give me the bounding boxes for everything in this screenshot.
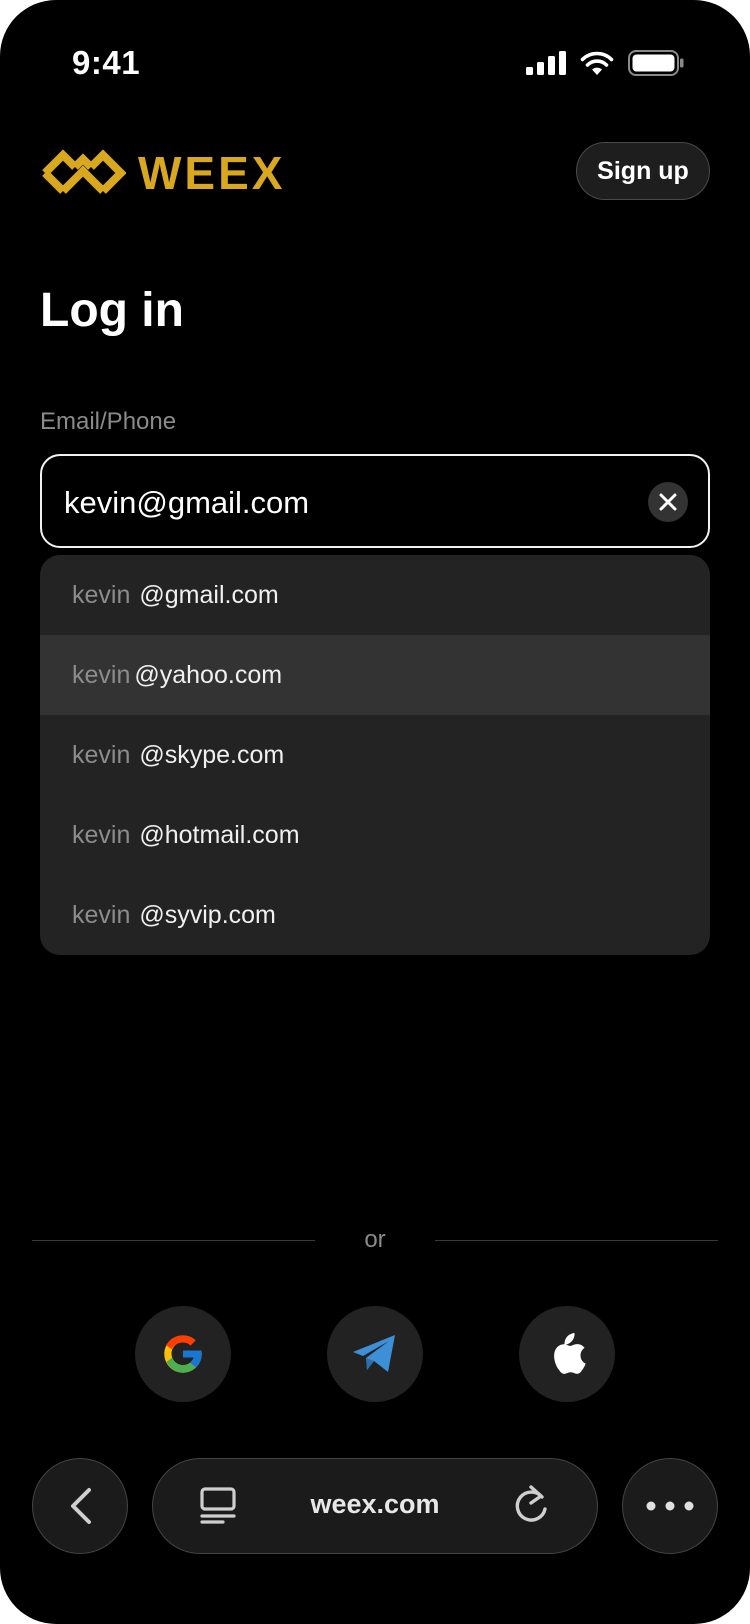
- browser-more-button[interactable]: [622, 1458, 718, 1554]
- suggestion-item[interactable]: kevin @skype.com: [40, 715, 710, 795]
- reload-icon[interactable]: [511, 1483, 551, 1527]
- clear-input-button[interactable]: [648, 482, 688, 522]
- weex-logo-icon: [42, 149, 126, 194]
- telegram-icon: [353, 1335, 395, 1372]
- sign-up-button[interactable]: Sign up: [576, 142, 710, 200]
- browser-url-bar[interactable]: weex.com: [152, 1458, 598, 1554]
- weex-logo[interactable]: WEEX: [40, 146, 285, 200]
- suggestion-item-highlighted[interactable]: kevin @yahoo.com: [40, 635, 710, 715]
- close-icon: [659, 493, 677, 511]
- google-icon: [164, 1335, 202, 1373]
- email-phone-input[interactable]: kevin@gmail.com: [40, 454, 710, 548]
- telegram-login-button[interactable]: [327, 1306, 423, 1402]
- google-login-button[interactable]: [135, 1306, 231, 1402]
- suggestion-prefix: kevin: [72, 740, 131, 769]
- page-title: Log in: [40, 284, 184, 337]
- email-phone-label: Email/Phone: [40, 408, 177, 435]
- suggestion-item[interactable]: kevin @gmail.com: [40, 555, 710, 635]
- apple-icon: [554, 1333, 586, 1374]
- phone-screen: 9:41 WEEX Sign up Log in Email/Phone kev…: [0, 0, 750, 1624]
- browser-back-button[interactable]: [32, 1458, 128, 1554]
- battery-icon: [628, 50, 684, 76]
- status-icons: [526, 50, 684, 76]
- more-dots-icon: [646, 1501, 694, 1511]
- suggestion-domain: @gmail.com: [139, 580, 279, 609]
- suggestion-prefix: kevin: [72, 580, 131, 609]
- suggestion-item[interactable]: kevin @hotmail.com: [40, 795, 710, 875]
- status-time: 9:41: [72, 44, 141, 81]
- suggestion-item[interactable]: kevin @syvip.com: [40, 875, 710, 955]
- suggestion-prefix: kevin: [72, 660, 131, 689]
- email-suggestions-dropdown: kevin @gmail.com kevin @yahoo.com kevin …: [40, 555, 710, 955]
- suggestion-domain: @syvip.com: [139, 900, 276, 929]
- suggestion-domain: @hotmail.com: [139, 820, 300, 849]
- chevron-left-icon: [71, 1488, 91, 1524]
- cellular-signal-icon: [526, 51, 566, 75]
- suggestion-prefix: kevin: [72, 900, 131, 929]
- suggestion-domain: @yahoo.com: [134, 660, 283, 689]
- email-input-value[interactable]: kevin@gmail.com: [64, 485, 309, 521]
- apple-login-button[interactable]: [519, 1306, 615, 1402]
- divider-line-right: [435, 1240, 718, 1241]
- suggestion-domain: @skype.com: [139, 740, 285, 769]
- brand-name: WEEX: [138, 147, 286, 199]
- suggestion-prefix: kevin: [72, 820, 131, 849]
- wifi-icon: [580, 51, 614, 75]
